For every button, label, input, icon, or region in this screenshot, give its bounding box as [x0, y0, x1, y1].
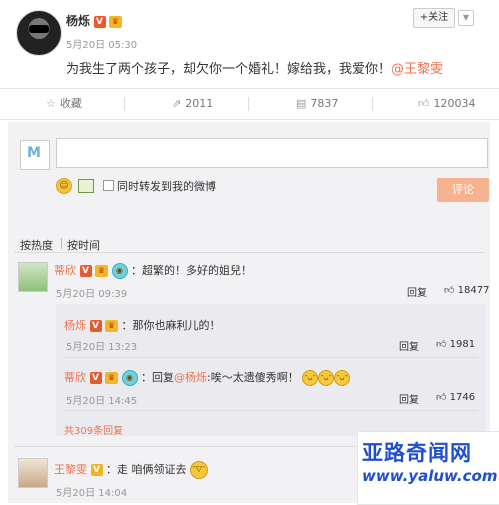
mention-link[interactable]: @杨烁: [174, 371, 207, 384]
author-avatar[interactable]: [16, 10, 62, 56]
reply-button[interactable]: 回复: [399, 338, 419, 353]
divider: [61, 238, 62, 249]
follow-button[interactable]: +关注: [413, 8, 455, 28]
reply-time: 5月20日 14:45: [66, 396, 138, 407]
comment-time: 5月20日 14:04: [56, 488, 128, 499]
reply-like-button[interactable]: 👍︎ 1981: [436, 338, 475, 350]
commenter-avatar[interactable]: [18, 458, 48, 488]
verified-badge-icon: V: [93, 16, 106, 28]
current-user-avatar: [20, 140, 50, 170]
action-bar: ☆ 收藏 ⇗ 2011 ▤ 7837 👍︎ 120034: [0, 88, 499, 120]
commenter-name[interactable]: 王黎雯: [54, 463, 87, 476]
comment-input[interactable]: [56, 138, 488, 168]
laughing-emoji-icon: ᵔᴗᵔ: [318, 370, 335, 386]
divider: [64, 410, 478, 411]
verified-badge-icon: V: [90, 464, 103, 476]
repost-button[interactable]: ⇗ 2011: [172, 89, 213, 119]
divider: [64, 357, 478, 358]
post-time[interactable]: 5月20日 05:30: [66, 36, 137, 51]
image-upload-icon[interactable]: [78, 179, 94, 193]
repost-checkbox-label: 同时转发到我的微博: [117, 180, 216, 193]
post-text: 为我生了两个孩子，却欠你一个婚礼！嫁给我，我爱你！@王黎雯: [66, 58, 443, 77]
comment-text: ：超繁的！多好的姐兒！: [131, 264, 252, 277]
divider: [372, 97, 373, 111]
thumbs-up-icon: 👍︎: [418, 97, 430, 110]
reply-time: 5月20日 13:23: [66, 342, 138, 353]
post-text-main: 为我生了两个孩子，却欠你一个婚礼！嫁给我，我爱你！: [66, 62, 392, 77]
badge-icon: ◉: [121, 370, 138, 386]
verified-badge-icon: V: [79, 265, 92, 277]
comment-line: 蒂欣 V ♛ ◉ ：超繁的！多好的姐兒！: [54, 262, 252, 279]
like-count: 120034: [433, 97, 476, 110]
mention-link[interactable]: @王黎雯: [391, 62, 443, 77]
laughing-emoji-icon: ᵔᴗᵔ: [334, 370, 351, 386]
thumbs-up-icon: 👍︎: [436, 339, 447, 350]
comment-button[interactable]: ▤ 7837: [296, 89, 338, 119]
commenter-name[interactable]: 蒂欣: [54, 264, 76, 277]
reply-text-suffix: :唉～太遗傻秀啊！: [207, 371, 299, 384]
like-button[interactable]: 👍︎ 120034: [418, 89, 476, 119]
comment-time: 5月20日 09:39: [56, 289, 128, 300]
reply-author-name[interactable]: 杨烁: [64, 319, 86, 332]
member-crown-icon: ♛: [95, 265, 108, 277]
star-icon: ☆: [46, 97, 56, 110]
comment-icon: ▤: [296, 97, 307, 110]
thumbs-up-icon: 👍︎: [436, 392, 447, 403]
author-name[interactable]: 杨烁: [66, 14, 90, 28]
emoji-icon[interactable]: ☺: [56, 178, 72, 194]
more-replies-link[interactable]: 共309条回复: [64, 422, 123, 437]
watermark-url: www.yaluw.com: [362, 467, 498, 485]
comment-text: ：走 咱俩领证去: [106, 463, 187, 476]
comment-like-count: 18477: [457, 285, 490, 296]
watermark-title: 亚路奇闻网: [362, 440, 472, 465]
sort-by-time-tab[interactable]: 按时间: [67, 237, 100, 253]
member-crown-icon: ♛: [109, 16, 123, 28]
reply-line: 蒂欣 V ♛ ◉ ：回复@杨烁:唉～太遗傻秀啊！ ᵔᴗᵔ ᵔᴗᵔ ᵔᴗᵔ: [64, 369, 351, 386]
comment-count: 7837: [310, 97, 339, 110]
badge-icon: ◉: [111, 263, 128, 279]
sort-by-hot-tab[interactable]: 按热度: [20, 237, 53, 253]
reply-button[interactable]: 回复: [407, 284, 427, 299]
reply-author-name[interactable]: 蒂欣: [64, 371, 86, 384]
reply-like-button[interactable]: 👍︎ 1746: [436, 391, 475, 403]
reply-like-count: 1746: [449, 392, 476, 403]
commenter-avatar[interactable]: [18, 262, 48, 292]
repost-count: 2011: [185, 97, 214, 110]
member-crown-icon: ♛: [105, 372, 118, 384]
author-line: 杨烁 V ♛: [66, 12, 123, 29]
comment-like-button[interactable]: 👍︎ 18477: [444, 284, 489, 296]
divider: [124, 97, 125, 111]
divider: [248, 97, 249, 111]
reply-text-prefix: ：回复: [141, 371, 174, 384]
reply-like-count: 1981: [449, 339, 476, 350]
reply-text: ：那你也麻利儿的！: [121, 319, 221, 332]
repost-icon: ⇗: [172, 97, 182, 110]
chevron-down-icon[interactable]: ▼: [458, 10, 474, 26]
submit-comment-button[interactable]: 评论: [437, 178, 489, 202]
thumbs-up-icon: 👍︎: [444, 285, 455, 296]
favorite-button[interactable]: ☆ 收藏: [46, 89, 82, 119]
comment-line: 王黎雯 V ：走 咱俩领证去 ᵔ▽ᵔ: [54, 461, 208, 479]
laughing-emoji-icon: ᵔ▽ᵔ: [190, 461, 208, 479]
verified-badge-icon: V: [89, 320, 102, 332]
reply-line: 杨烁 V ♛ ：那你也麻利儿的！: [64, 317, 221, 333]
repost-checkbox[interactable]: [103, 180, 114, 191]
member-crown-icon: ♛: [105, 320, 118, 332]
reply-button[interactable]: 回复: [399, 391, 419, 406]
favorite-label: 收藏: [59, 97, 82, 110]
laughing-emoji-icon: ᵔᴗᵔ: [302, 370, 319, 386]
verified-badge-icon: V: [89, 372, 102, 384]
divider: [14, 252, 484, 253]
